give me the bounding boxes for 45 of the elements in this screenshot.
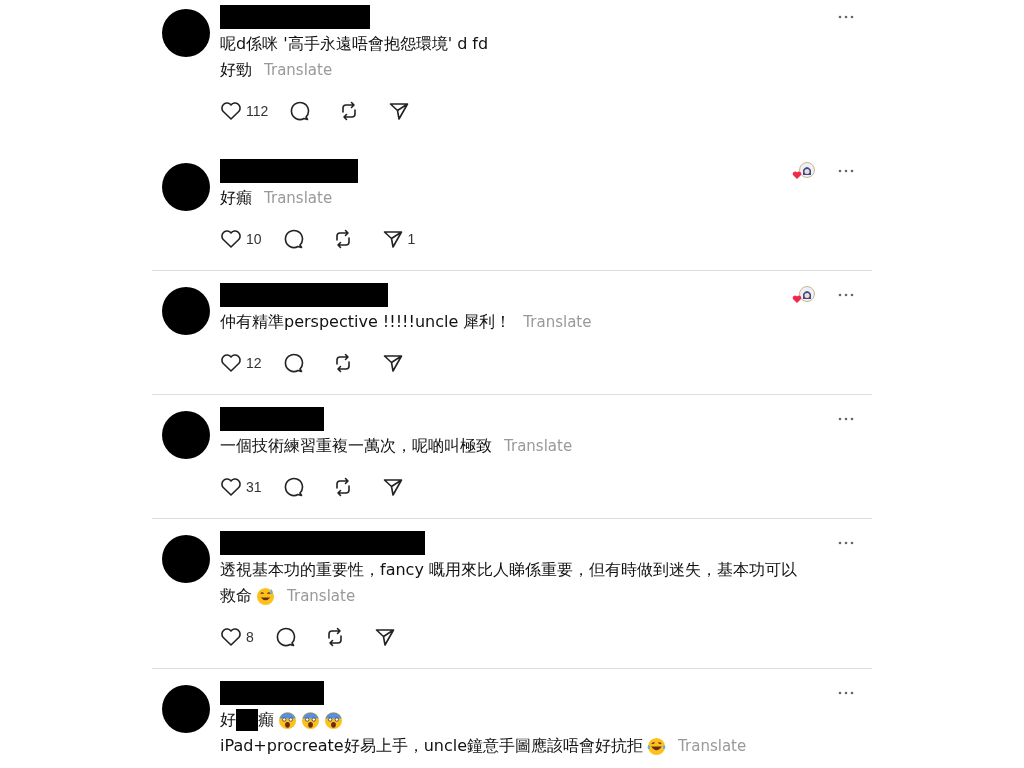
post-text: 一個技術練習重複一萬次，呢啲叫極致 [220, 435, 492, 457]
redacted-avatar [162, 411, 210, 459]
post-text: 好勁 [220, 59, 252, 81]
comment-icon [288, 100, 311, 122]
post-text: iPad+procreate好易上手，uncle鐘意手圖應該唔會好抗拒 [220, 735, 644, 757]
more-icon [838, 293, 854, 297]
screaming-emoji-icon [301, 710, 320, 730]
heart-icon [220, 353, 242, 373]
heart-icon [220, 477, 242, 497]
more-icon [838, 169, 854, 173]
post-text: 癲 [258, 709, 274, 731]
like-button[interactable]: 8 [218, 625, 256, 649]
more-icon [838, 417, 854, 421]
more-icon [838, 541, 854, 545]
paper-plane-icon [373, 626, 396, 648]
heart-icon [220, 101, 242, 121]
like-button[interactable]: 12 [218, 351, 264, 375]
screaming-emoji-icon [278, 710, 297, 730]
share-button[interactable]: 1 [379, 226, 418, 252]
like-button[interactable]: 10 [218, 227, 264, 251]
redacted-avatar [162, 535, 210, 583]
paper-plane-icon [381, 476, 404, 498]
heart-icon [220, 627, 242, 647]
post-text: 仲有精準perspective !!!!!uncle 犀利！ [220, 311, 512, 333]
more-icon [838, 15, 854, 19]
post-text: 透視基本功的重要性，fancy 嘅用來比人睇係重要，但有時做到迷失，基本功可以 [220, 559, 797, 581]
more-icon [838, 691, 854, 695]
paper-plane-icon [388, 100, 411, 122]
post-text: 好癲 [220, 187, 252, 209]
post-text: 呢d係咪 '高手永遠唔會抱怨環境' d fd [220, 33, 489, 55]
post-text: 好 [220, 709, 236, 731]
redacted-avatar [162, 163, 210, 211]
redacted-avatar [162, 287, 210, 335]
redacted-avatar [162, 685, 210, 733]
laughing-tears-emoji-icon [647, 736, 667, 756]
like-button[interactable]: 31 [218, 475, 264, 499]
heart-icon [220, 229, 242, 249]
screaming-emoji-icon [324, 710, 343, 730]
like-button[interactable]: 112 [218, 99, 271, 123]
paper-plane-icon [381, 352, 404, 374]
sweat-smile-emoji-icon [256, 586, 275, 606]
redacted-avatar [162, 9, 210, 57]
redaction-bar [236, 709, 258, 731]
paper-plane-icon [381, 228, 404, 250]
post-text: 救命 [220, 585, 252, 607]
